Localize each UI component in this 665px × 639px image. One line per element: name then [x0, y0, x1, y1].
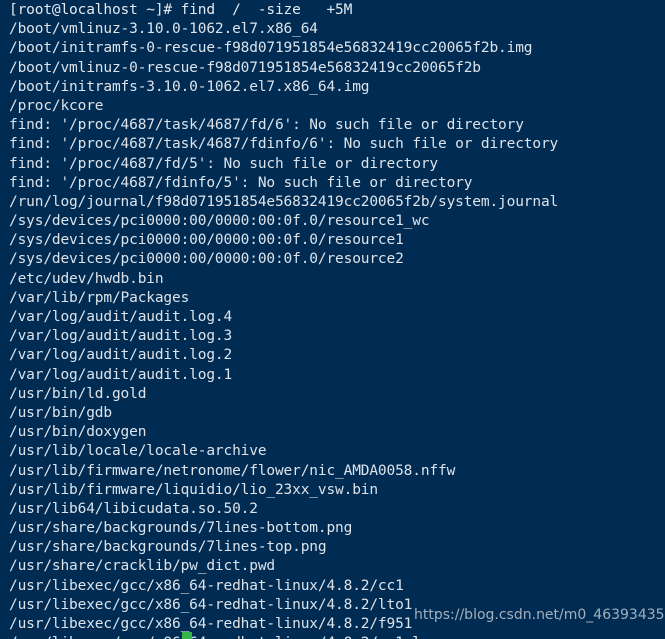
output-line: find: '/proc/4687/fd/5': No such file or…: [9, 155, 438, 172]
output-line: /usr/libexec/gcc/x86_64-redhat-linux/4.8…: [9, 634, 665, 639]
output-line: /run/log/journal/f98d071951854e56832419c…: [9, 193, 559, 210]
output-line: find: '/proc/4687/task/4687/fd/6': No su…: [9, 117, 524, 134]
output-line: find: '/proc/4687/task/4687/fdinfo/6': N…: [9, 136, 559, 153]
output-line: /usr/libexec/gcc/x86_64-redhat-linux/4.8…: [9, 596, 413, 613]
output-line: /boot/initramfs-3.10.0-1062.el7.x86_64.i…: [9, 78, 370, 95]
output-line: /boot/vmlinuz-3.10.0-1062.el7.x86_64: [9, 21, 318, 38]
output-line: /usr/share/cracklib/pw_dict.pwd: [9, 558, 275, 575]
output-line: /var/log/audit/audit.log.3: [9, 328, 233, 345]
output-line: /proc/kcore: [9, 97, 104, 114]
output-line: /usr/bin/doxygen: [9, 424, 147, 441]
prompt-line: [root@localhost ~]# find / -size +5M: [9, 2, 353, 18]
output-line: /boot/initramfs-0-rescue-f98d071951854e5…: [9, 40, 533, 57]
output-line: /usr/libexec/gcc/x86_64-redhat-linux/4.8…: [9, 577, 404, 594]
terminal-window[interactable]: [root@localhost ~]# find / -size +5M/boo…: [0, 0, 665, 639]
terminal-cursor: [182, 632, 192, 639]
output-line: /boot/vmlinuz-0-rescue-f98d071951854e568…: [9, 59, 481, 76]
output-line: /usr/libexec/gcc/x86_64-redhat-linux/4.8…: [9, 616, 413, 632]
output-line: /usr/lib/firmware/liquidio/lio_23xx_vsw.…: [9, 481, 378, 498]
output-line: find: '/proc/4687/fdinfo/5': No such fil…: [9, 174, 473, 191]
output-line: /sys/devices/pci0000:00/0000:00:0f.0/res…: [9, 251, 404, 268]
output-line: /usr/lib64/libicudata.so.50.2: [9, 500, 258, 517]
output-line: /usr/share/backgrounds/7lines-bottom.png: [9, 520, 353, 537]
output-line: /usr/bin/ld.gold: [9, 385, 147, 402]
output-line: /usr/bin/gdb: [9, 404, 112, 421]
output-line: /var/log/audit/audit.log.4: [9, 309, 233, 325]
output-line: /sys/devices/pci0000:00/0000:00:0f.0/res…: [9, 213, 430, 230]
output-line: /var/log/audit/audit.log.2: [9, 347, 233, 364]
output-line: /usr/lib/locale/locale-archive: [9, 443, 267, 460]
output-line: /var/log/audit/audit.log.1: [9, 366, 233, 383]
output-line: /sys/devices/pci0000:00/0000:00:0f.0/res…: [9, 232, 404, 249]
output-line: /usr/lib/firmware/netronome/flower/nic_A…: [9, 462, 456, 479]
output-line: /etc/udev/hwdb.bin: [9, 270, 164, 287]
output-line: /usr/share/backgrounds/7lines-top.png: [9, 539, 327, 556]
output-line: /var/lib/rpm/Packages: [9, 289, 190, 306]
terminal-output: [root@localhost ~]# find / -size +5M/boo…: [9, 1, 665, 639]
